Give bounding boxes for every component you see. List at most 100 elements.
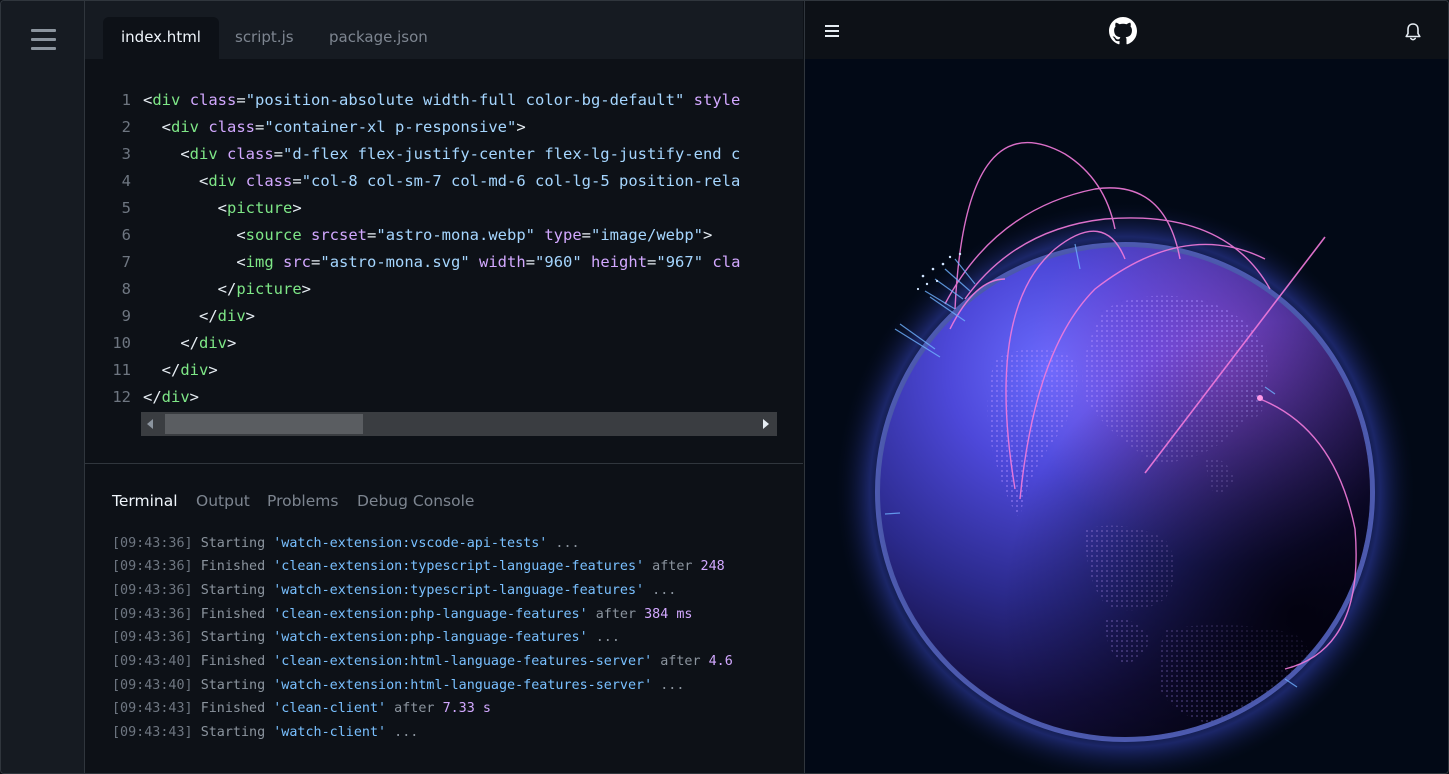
hamburger-menu-icon[interactable]: [31, 29, 57, 51]
tab-terminal[interactable]: Terminal: [112, 492, 178, 510]
terminal-line: [09:43:40] Finished 'clean-extension:htm…: [112, 651, 733, 673]
app-window: index.html script.js package.json 1 <div …: [0, 0, 1449, 774]
tab-package-json[interactable]: package.json: [329, 17, 428, 59]
code-token: </: [143, 388, 162, 406]
code-token: <: [236, 226, 246, 244]
terminal-verb: Starting: [200, 536, 266, 551]
code-token: class: [245, 172, 293, 190]
code-line: 3 <div class="d-flex flex-justify-center…: [85, 141, 741, 168]
code-token: "astro-mona.webp": [376, 226, 535, 244]
terminal-num: 7.33 s: [442, 701, 491, 716]
tab-index-html[interactable]: index.html: [103, 17, 219, 59]
code-token: "container-xl p-responsive": [264, 118, 517, 136]
terminal-line: [09:43:36] Starting 'watch-extension:php…: [112, 627, 620, 649]
code-token: src: [283, 253, 312, 271]
terminal-line: [09:43:36] Starting 'watch-extension:vsc…: [112, 533, 580, 555]
code-token: style: [693, 91, 741, 109]
terminal-rest: after: [587, 607, 645, 622]
line-number: 7: [121, 253, 131, 271]
code-token: >: [516, 118, 526, 136]
code-token: class: [227, 145, 274, 163]
code-line: 10 </div>: [85, 330, 236, 357]
code-token: =: [255, 118, 265, 136]
line-number: 4: [121, 172, 131, 190]
code-token: <: [199, 172, 209, 190]
terminal-time: [09:43:36]: [112, 536, 193, 551]
code-token: >: [208, 361, 218, 379]
terminal-rest: after: [644, 559, 701, 574]
code-token: >: [189, 388, 200, 406]
code-token: "astro-mona.svg": [320, 253, 470, 271]
preview-header: [805, 1, 1448, 59]
code-line: 8 </picture>: [85, 276, 311, 303]
code-editor[interactable]: 1 <div class="position-absolute width-ful…: [85, 87, 777, 407]
code-line: 9 </div>: [85, 303, 255, 330]
code-token: div: [189, 145, 218, 163]
terminal-task: 'watch-client': [273, 725, 387, 740]
code-token: </: [161, 361, 181, 379]
code-token: "d-flex flex-justify-center flex-lg-just…: [283, 145, 741, 163]
code-token: div: [199, 334, 227, 352]
code-token: =: [292, 172, 302, 190]
scrollbar-thumb[interactable]: [165, 414, 363, 434]
code-token: <: [143, 91, 153, 109]
code-token: =: [311, 253, 321, 271]
code-line: 5 <picture>: [85, 195, 302, 222]
terminal-verb: Starting: [200, 678, 266, 693]
tab-output[interactable]: Output: [196, 492, 250, 510]
code-token: <: [161, 118, 172, 136]
code-token: =: [236, 91, 246, 109]
tab-debug-console[interactable]: Debug Console: [357, 492, 474, 510]
terminal-rest: after: [652, 654, 709, 669]
terminal-rest: ...: [587, 630, 620, 645]
code-token: img: [245, 253, 274, 271]
terminal-task: 'watch-extension:php-language-features': [273, 630, 588, 645]
horizontal-scrollbar[interactable]: [141, 412, 777, 436]
code-token: type: [544, 226, 582, 244]
terminal-num: 384 ms: [644, 607, 693, 622]
code-token: </: [199, 307, 218, 325]
code-token: height: [591, 253, 648, 271]
code-token: "967": [656, 253, 704, 271]
code-token: div: [208, 172, 237, 190]
terminal-time: [09:43:36]: [112, 630, 193, 645]
terminal-task: 'watch-extension:typescript-language-fea…: [273, 583, 645, 598]
terminal-verb: Starting: [200, 583, 266, 598]
terminal-task: 'watch-extension:html-language-features-…: [273, 678, 653, 693]
code-token: div: [152, 91, 181, 109]
line-number: 1: [121, 91, 131, 109]
tab-problems[interactable]: Problems: [267, 492, 338, 510]
code-token: class: [189, 91, 237, 109]
hamburger-icon[interactable]: [825, 25, 839, 37]
terminal-time: [09:43:36]: [112, 559, 193, 574]
terminal-line: [09:43:36] Finished 'clean-extension:typ…: [112, 556, 725, 578]
terminal-line: [09:43:40] Starting 'watch-extension:htm…: [112, 675, 684, 697]
tab-script-js[interactable]: script.js: [235, 17, 294, 59]
terminal-time: [09:43:43]: [112, 725, 193, 740]
bell-icon[interactable]: [1404, 22, 1422, 42]
terminal-verb: Finished: [200, 607, 266, 622]
code-token: =: [525, 253, 536, 271]
code-token: </: [180, 334, 199, 352]
arc-endpoint: [1257, 395, 1263, 401]
scroll-left-arrow-icon[interactable]: [147, 419, 153, 429]
activity-bar: [1, 1, 85, 773]
code-token: "position-absolute width-full color-bg-d…: [245, 91, 685, 109]
code-token: >: [227, 334, 237, 352]
terminal-line: [09:43:36] Finished 'clean-extension:php…: [112, 604, 692, 626]
scroll-right-arrow-icon[interactable]: [763, 419, 769, 429]
github-logo-icon[interactable]: [1109, 17, 1137, 45]
code-token: </: [217, 280, 237, 298]
terminal-panel: Terminal Output Problems Debug Console […: [85, 464, 803, 773]
